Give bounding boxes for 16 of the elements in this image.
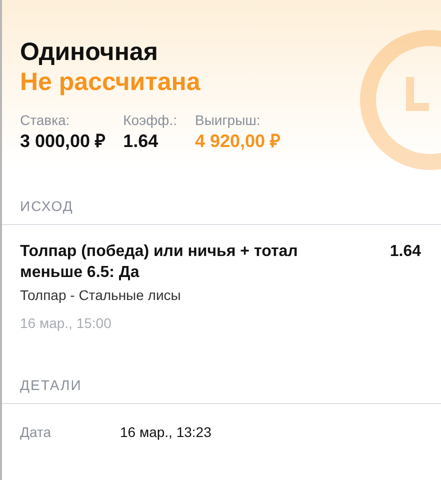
event-name: Толпар - Стальные лисы [20,287,182,303]
detail-value: 16 мар., 13:23 [120,424,212,440]
section-heading: ДЕТАЛИ [2,369,441,404]
detail-label: Дата [20,424,52,440]
section-heading: ИСХОД [2,190,441,225]
selection-text: Толпар (победа) или ничья + тотал меньше 6.5: Да [20,242,299,283]
bet-status: Не рассчитана [20,67,202,97]
stat-label: Коэфф.: [123,111,177,129]
odds-value: 1.64 [390,242,421,262]
bet-type: Одиночная [20,37,159,67]
event-time: 16 мар., 15:00 [20,315,112,331]
stat-value: 3 000,00 ₽ [20,130,106,153]
stat-label: Выигрыш: [194,111,262,129]
stat-value: 4 920,00 ₽ [194,130,280,153]
stat-label: Ставка: [20,111,71,129]
stat-value: 1.64 [123,130,160,153]
